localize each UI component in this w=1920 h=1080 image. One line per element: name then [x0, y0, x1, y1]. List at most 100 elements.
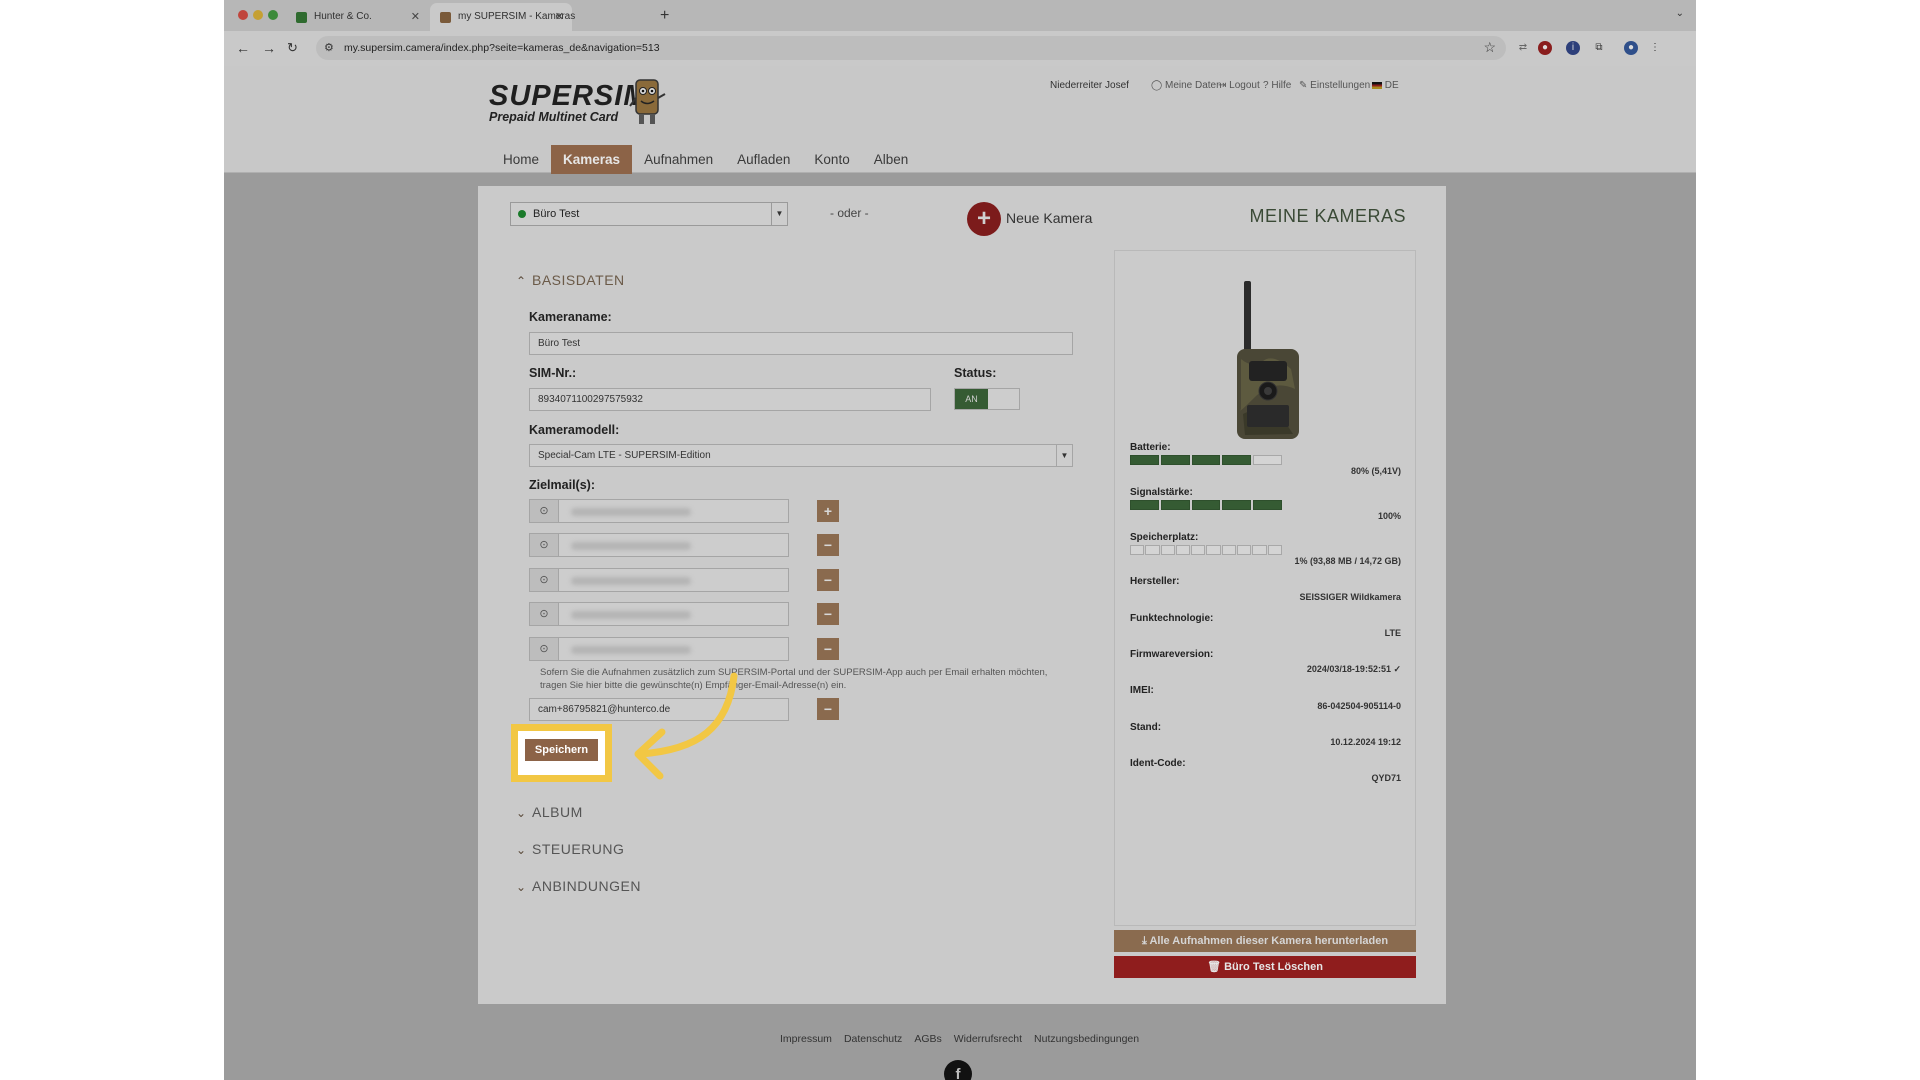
new-camera-link[interactable]: Neue Kamera	[1006, 210, 1092, 226]
maximize-window-icon[interactable]	[268, 10, 278, 20]
extensions-puzzle-icon[interactable]: ⧉	[1592, 41, 1606, 55]
remove-email-button[interactable]: −	[817, 698, 839, 720]
einstellungen-link[interactable]: ✎ Einstellungen	[1299, 80, 1370, 91]
logo-mascot-icon[interactable]	[629, 76, 667, 128]
footer-link-nutzungsbedingungen[interactable]: Nutzungsbedingungen	[1034, 1033, 1139, 1045]
save-button[interactable]: Speichern	[525, 739, 598, 761]
logo-subtitle[interactable]: Prepaid Multinet Card	[489, 110, 618, 124]
mail-check-icon: ⊙	[529, 568, 559, 592]
dropdown-arrow-icon: ▼	[771, 203, 787, 225]
nav-aufnahmen[interactable]: Aufnahmen	[632, 145, 725, 174]
storage-bar	[1130, 545, 1282, 555]
chevron-up-icon: ⌃	[516, 274, 527, 288]
extension-password-icon[interactable]: i	[1566, 41, 1580, 55]
reload-icon[interactable]: ↻	[287, 39, 298, 57]
section-anbindungen-label: ANBINDUNGEN	[532, 878, 641, 894]
tab-search-icon[interactable]: ⌄	[1676, 8, 1684, 19]
download-all-button[interactable]: ⤓ Alle Aufnahmen dieser Kamera herunterl…	[1114, 930, 1416, 952]
extension-red-icon[interactable]: ●	[1538, 41, 1552, 55]
site-settings-icon[interactable]: ⚙	[324, 41, 334, 54]
remove-email-button[interactable]: −	[817, 569, 839, 591]
back-icon[interactable]: ←	[236, 39, 250, 57]
zielmail-input[interactable]	[558, 568, 789, 592]
zielmail-input[interactable]	[558, 499, 789, 523]
sim-input[interactable]: 8934071100297575932	[529, 388, 931, 411]
signal-label: Signalstärke:	[1130, 487, 1193, 498]
zielmail-input[interactable]	[558, 602, 789, 626]
footer-link-widerrufsrecht[interactable]: Widerrufsrecht	[954, 1033, 1022, 1045]
zielmail-input[interactable]	[558, 533, 789, 557]
level-segment	[1222, 455, 1252, 465]
user-icon: ◯	[1151, 80, 1165, 91]
minimize-window-icon[interactable]	[253, 10, 263, 20]
funk-label: Funktechnologie:	[1130, 613, 1214, 624]
tab-supersim[interactable]: my SUPERSIM - Kameras ✕	[430, 3, 575, 31]
section-anbindungen[interactable]: ⌄ ANBINDUNGEN	[516, 878, 641, 894]
hersteller-value: SEISSIGER Wildkamera	[1299, 592, 1401, 602]
blurred-email	[571, 577, 691, 585]
kameraname-input[interactable]: Büro Test	[529, 332, 1073, 355]
new-tab-icon[interactable]: +	[660, 3, 669, 29]
nav-aufladen[interactable]: Aufladen	[725, 145, 802, 174]
profile-avatar-icon[interactable]: ●	[1624, 41, 1638, 55]
close-window-icon[interactable]	[238, 10, 248, 20]
desktop-background-right	[1696, 0, 1920, 1080]
nav-home[interactable]: Home	[491, 145, 551, 174]
level-segment	[1130, 500, 1159, 510]
delete-camera-button[interactable]: 🗑 Büro Test Löschen	[1114, 956, 1416, 978]
remove-email-button[interactable]: −	[817, 638, 839, 660]
close-tab-icon[interactable]: ✕	[411, 3, 420, 31]
browser-menu-icon[interactable]: ⋮	[1648, 41, 1662, 55]
remove-email-button[interactable]: −	[817, 534, 839, 556]
level-segment	[1253, 500, 1282, 510]
section-steuerung[interactable]: ⌄ STEUERUNG	[516, 841, 624, 857]
meine-daten-label: Meine Daten	[1164, 80, 1222, 91]
einstellungen-label: Einstellungen	[1310, 80, 1371, 91]
zielmail-row: ⊙	[529, 602, 789, 626]
footer-link-datenschutz[interactable]: Datenschutz	[844, 1033, 902, 1045]
hilfe-link[interactable]: ? Hilfe	[1263, 80, 1291, 91]
chevron-down-icon: ⌄	[516, 806, 527, 820]
kameramodell-select[interactable]: Special-Cam LTE - SUPERSIM-Edition ▼	[529, 444, 1073, 467]
logo-title[interactable]: SUPERSIM	[489, 80, 648, 113]
tab-hunter[interactable]: Hunter & Co. ✕	[286, 3, 428, 31]
speicher-label: Speicherplatz:	[1130, 532, 1199, 543]
address-bar[interactable]: ⚙ my.supersim.camera/index.php?seite=kam…	[316, 36, 1506, 60]
zielmail-input[interactable]	[558, 637, 789, 661]
add-camera-icon[interactable]: +	[967, 202, 1001, 236]
level-segment	[1130, 545, 1145, 555]
nav-alben[interactable]: Alben	[862, 145, 921, 174]
status-toggle[interactable]: AN	[954, 388, 1020, 410]
add-email-button[interactable]: +	[817, 500, 839, 522]
battery-bar	[1130, 455, 1282, 465]
sim-label: SIM-Nr.:	[529, 366, 577, 380]
mail-check-icon: ⊙	[529, 533, 559, 557]
status-dot-icon	[518, 210, 526, 218]
bookmark-star-icon[interactable]: ☆	[1483, 39, 1496, 56]
section-album[interactable]: ⌄ ALBUM	[516, 804, 583, 820]
section-basisdaten[interactable]: ⌃ BASISDATEN	[516, 272, 625, 288]
url-text[interactable]: my.supersim.camera/index.php?seite=kamer…	[344, 36, 660, 60]
footer-link-agbs[interactable]: AGBs	[914, 1033, 941, 1045]
zielmail-label: Zielmail(s):	[529, 478, 595, 492]
translate-icon[interactable]: ⇄	[1516, 41, 1530, 55]
user-name: Niederreiter Josef	[1050, 80, 1129, 91]
mail-check-icon: ⊙	[529, 499, 559, 523]
speicher-value: 1% (93,88 MB / 14,72 GB)	[1294, 556, 1401, 566]
remove-email-button[interactable]: −	[817, 603, 839, 625]
status-toggle-on: AN	[955, 389, 988, 409]
language-link[interactable]: DE	[1372, 80, 1399, 91]
forward-icon[interactable]: →	[262, 39, 276, 57]
camera-select[interactable]: Büro Test ▼	[510, 202, 788, 226]
level-segment	[1206, 545, 1221, 555]
close-tab-icon[interactable]: ✕	[555, 3, 564, 31]
nav-konto[interactable]: Konto	[802, 145, 861, 174]
language-label: DE	[1384, 80, 1399, 91]
meine-daten-link[interactable]: ◯ Meine Daten	[1151, 80, 1222, 91]
facebook-icon[interactable]: f	[944, 1060, 972, 1080]
wrench-icon: ✎	[1299, 80, 1311, 91]
footer-link-impressum[interactable]: Impressum	[780, 1033, 832, 1045]
logout-link[interactable]: ⇥ Logout	[1218, 80, 1260, 91]
kameraname-label: Kameraname:	[529, 310, 612, 324]
nav-kameras[interactable]: Kameras	[551, 145, 633, 174]
